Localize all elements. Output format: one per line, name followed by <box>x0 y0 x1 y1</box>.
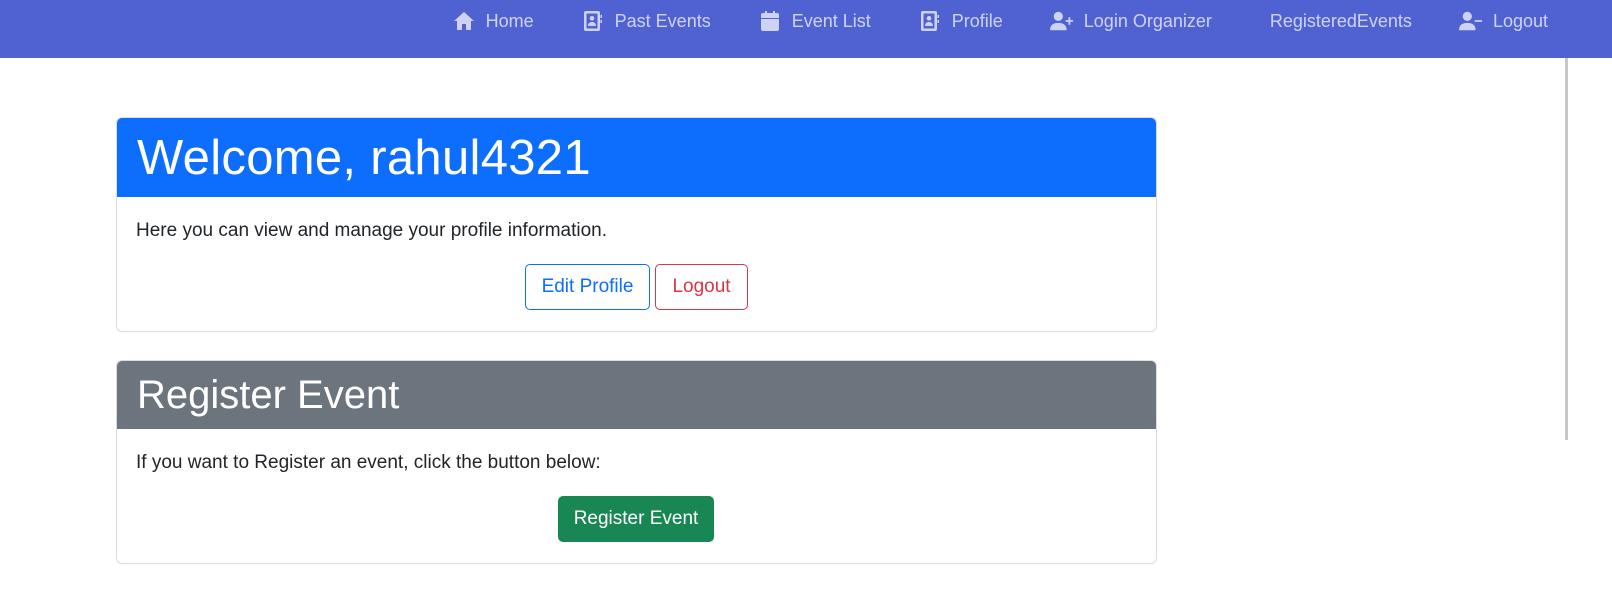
edit-profile-button[interactable]: Edit Profile <box>525 264 650 310</box>
nav-registered-events-link[interactable]: RegisteredEvents <box>1270 11 1412 32</box>
nav-registered-events-label: RegisteredEvents <box>1269 10 1412 31</box>
top-navbar: Home Past Events Event List Profile Logi… <box>0 0 1612 58</box>
nav-profile-label: Profile <box>951 10 1003 31</box>
nav-past-events-link[interactable]: Past Events <box>581 10 711 32</box>
register-title: Register Event <box>137 372 400 417</box>
register-card-body: If you want to Register an event, click … <box>117 429 1156 563</box>
register-text: If you want to Register an event, click … <box>136 452 601 473</box>
contact-book-icon <box>918 10 942 32</box>
nav-menu: Home Past Events Event List Profile Logi… <box>452 0 1548 42</box>
scrollbar[interactable] <box>1565 58 1568 440</box>
nav-login-organizer-label: Login Organizer <box>1083 10 1212 31</box>
nav-login-organizer-link[interactable]: Login Organizer <box>1049 10 1212 32</box>
nav-home-link[interactable]: Home <box>452 10 534 32</box>
welcome-text: Here you can view and manage your profil… <box>136 220 608 241</box>
welcome-card: Welcome, rahul4321 Here you can view and… <box>116 117 1157 332</box>
nav-logout-label: Logout <box>1492 10 1548 31</box>
nav-event-list-link[interactable]: Event List <box>758 10 871 32</box>
nav-profile-link[interactable]: Profile <box>918 10 1003 32</box>
register-event-button[interactable]: Register Event <box>558 496 714 542</box>
welcome-card-header: Welcome, rahul4321 <box>117 118 1156 197</box>
home-icon <box>452 10 476 32</box>
nav-logout-link[interactable]: Logout <box>1458 10 1548 32</box>
user-plus-icon <box>1049 10 1074 32</box>
contact-book-icon <box>581 10 605 32</box>
nav-event-list-label: Event List <box>791 10 871 31</box>
welcome-card-body: Here you can view and manage your profil… <box>117 197 1156 331</box>
nav-past-events-label: Past Events <box>614 10 711 31</box>
calendar-icon <box>758 10 782 32</box>
welcome-title: Welcome, rahul4321 <box>137 130 591 185</box>
register-card-header: Register Event <box>117 361 1156 429</box>
logout-button[interactable]: Logout <box>655 264 748 310</box>
register-event-card: Register Event If you want to Register a… <box>116 360 1157 564</box>
user-minus-icon <box>1458 10 1483 32</box>
nav-home-label: Home <box>485 10 534 31</box>
